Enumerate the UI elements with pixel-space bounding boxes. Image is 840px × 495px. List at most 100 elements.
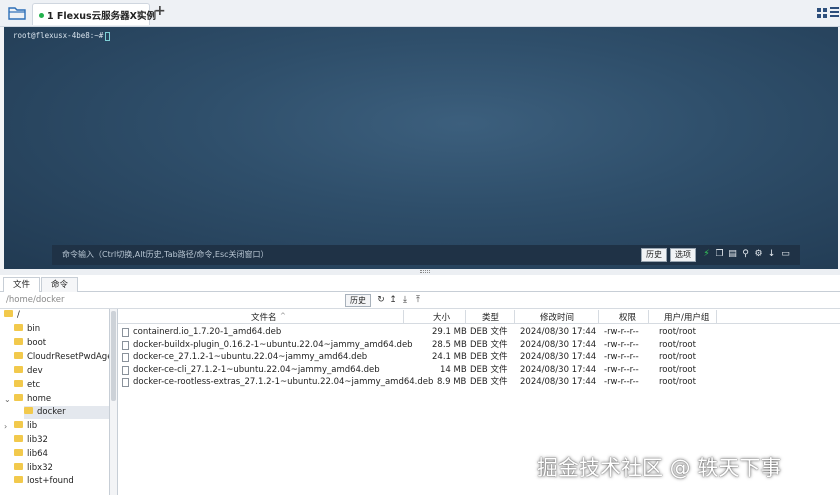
tree-scrollbar-thumb[interactable] <box>111 311 116 401</box>
file-size: 28.5 MB <box>432 339 467 350</box>
add-tab-button[interactable]: + <box>154 3 166 19</box>
file-type: DEB 文件 <box>470 327 508 337</box>
column-header-size[interactable]: 大小 <box>433 311 450 323</box>
file-size: 14 MB <box>440 364 467 375</box>
folder-icon <box>4 310 13 317</box>
tree-node-lib32[interactable]: lib32 <box>14 434 48 447</box>
column-header-name[interactable]: 文件名 <box>251 311 277 323</box>
paste-icon[interactable]: ▤ <box>727 248 738 260</box>
terminal-cursor <box>105 31 111 41</box>
file-mtime: 2024/08/30 17:44 <box>520 339 597 350</box>
tree-node-cloudrresetpwdagent[interactable]: CloudrResetPwdAgent <box>14 351 109 364</box>
close-tab-icon[interactable]: × <box>136 7 145 20</box>
tree-node-docker[interactable]: docker <box>24 406 109 419</box>
file-owner: root/root <box>659 364 696 375</box>
up-directory-icon[interactable]: ↥ <box>388 294 398 306</box>
path-input[interactable]: /home/docker <box>6 295 64 305</box>
tree-node-bin[interactable]: bin <box>14 323 40 336</box>
directory-tree: / bin boot CloudrResetPwdAgent dev etc ⌄… <box>0 309 110 495</box>
chevron-down-icon[interactable]: ⌄ <box>4 393 11 406</box>
upload-file-icon[interactable]: ⤒ <box>413 294 423 306</box>
tree-node-lib64[interactable]: lib64 <box>14 448 48 461</box>
column-header-owner[interactable]: 用户/用户组 <box>664 311 709 323</box>
folder-icon <box>14 421 23 428</box>
tree-node-lost-found[interactable]: lost+found <box>14 475 74 488</box>
file-mtime: 2024/08/30 17:44 <box>520 364 597 375</box>
path-history-button[interactable]: 历史 <box>345 294 371 307</box>
file-row[interactable]: docker-ce-cli_27.1.2-1~ubuntu.22.04~jamm… <box>118 364 718 377</box>
file-permissions: -rw-r--r-- <box>604 377 639 387</box>
tree-node-home[interactable]: ⌄ home <box>4 393 51 406</box>
file-type: DEB 文件 <box>470 364 508 375</box>
folder-icon <box>14 449 23 456</box>
terminal-pane[interactable]: root@flexusx-4be8:~# 命令输入（Ctrl切换,Alt历史,T… <box>4 27 838 269</box>
column-header-mtime[interactable]: 修改时间 <box>540 311 574 323</box>
file-row[interactable]: docker-ce_27.1.2-1~ubuntu.22.04~jammy_am… <box>118 351 718 364</box>
folder-open-icon[interactable] <box>8 5 26 21</box>
tree-node-boot[interactable]: boot <box>14 337 46 350</box>
prompt-text: root@flexusx-4be8:~# <box>13 31 104 40</box>
file-permissions: -rw-r--r-- <box>604 339 639 350</box>
folder-icon <box>14 324 23 331</box>
tree-node-libx32[interactable]: libx32 <box>14 462 53 475</box>
file-list-header: 文件名 ^ 大小 类型 修改时间 权限 用户/用户组 <box>118 309 840 324</box>
file-mtime: 2024/08/30 17:44 <box>520 327 597 337</box>
folder-icon <box>14 366 23 373</box>
file-row[interactable]: docker-ce-rootless-extras_27.1.2-1~ubunt… <box>118 376 718 389</box>
tab-files[interactable]: 文件 <box>3 277 41 293</box>
watermark: 掘金技术社区 @ 轶天下事 <box>537 456 782 480</box>
history-button[interactable]: 历史 <box>641 248 667 262</box>
app-window: 1 Flexus云服务器X实例 × + root@flexusx-4be8:~#… <box>0 0 840 495</box>
lightning-icon[interactable]: ⚡ <box>701 248 712 260</box>
column-header-type[interactable]: 类型 <box>482 311 499 323</box>
gear-icon[interactable]: ⚙ <box>753 248 764 260</box>
tree-node-etc[interactable]: etc <box>14 379 40 392</box>
options-button[interactable]: 选项 <box>670 248 696 262</box>
file-name: docker-ce_27.1.2-1~ubuntu.22.04~jammy_am… <box>133 352 368 362</box>
folder-icon <box>14 435 23 442</box>
splitter-grip-icon[interactable] <box>420 270 430 273</box>
download-file-icon[interactable]: ⤓ <box>400 294 410 306</box>
file-permissions: -rw-r--r-- <box>604 364 639 375</box>
column-header-permissions[interactable]: 权限 <box>619 311 636 323</box>
folder-icon <box>14 352 23 359</box>
file-owner: root/root <box>659 352 696 362</box>
tree-scrollbar[interactable] <box>110 309 118 495</box>
search-icon[interactable]: ⚲ <box>740 248 751 260</box>
panel-tab-bar: 文件 命令 <box>0 275 840 293</box>
file-owner: root/root <box>659 377 696 387</box>
file-owner: root/root <box>659 327 696 337</box>
file-icon <box>122 328 129 337</box>
sort-ascending-icon[interactable]: ^ <box>280 312 286 320</box>
folder-icon <box>14 338 23 345</box>
refresh-icon[interactable]: ↻ <box>376 294 386 306</box>
folder-icon <box>14 463 23 470</box>
file-name: containerd.io_1.7.20-1_amd64.deb <box>133 327 282 337</box>
download-icon[interactable]: ↓ <box>766 248 777 260</box>
file-name: docker-ce-rootless-extras_27.1.2-1~ubunt… <box>133 377 434 387</box>
file-size: 24.1 MB <box>432 352 467 362</box>
window-icon[interactable]: ▭ <box>780 248 791 260</box>
file-mtime: 2024/08/30 17:44 <box>520 377 597 387</box>
grid-layout-icon[interactable] <box>817 8 827 18</box>
session-tab[interactable]: 1 Flexus云服务器X实例 × <box>32 3 156 25</box>
file-mtime: 2024/08/30 17:44 <box>520 352 597 362</box>
file-size: 29.1 MB <box>432 327 467 337</box>
chevron-right-icon[interactable]: › <box>4 420 7 433</box>
file-name: docker-ce-cli_27.1.2-1~ubuntu.22.04~jamm… <box>133 364 380 375</box>
file-row[interactable]: containerd.io_1.7.20-1_amd64.deb 29.1 MB… <box>118 326 718 339</box>
tab-commands[interactable]: 命令 <box>41 277 79 292</box>
file-size: 8.9 MB <box>437 377 467 387</box>
file-owner: root/root <box>659 339 696 350</box>
command-input-bar[interactable]: 命令输入（Ctrl切换,Alt历史,Tab路径/命令,Esc关闭窗口） 历史 选… <box>52 245 800 265</box>
tree-node-root[interactable]: / <box>4 309 20 322</box>
menu-icon[interactable] <box>830 7 839 19</box>
folder-icon <box>14 394 23 401</box>
tree-node-dev[interactable]: dev <box>14 365 43 378</box>
copy-icon[interactable]: ❐ <box>714 248 725 260</box>
file-icon <box>122 365 129 375</box>
file-type: DEB 文件 <box>470 352 508 362</box>
tree-node-lib[interactable]: › lib <box>4 420 37 433</box>
file-icon <box>122 340 129 350</box>
file-row[interactable]: docker-buildx-plugin_0.16.2-1~ubuntu.22.… <box>118 339 718 352</box>
